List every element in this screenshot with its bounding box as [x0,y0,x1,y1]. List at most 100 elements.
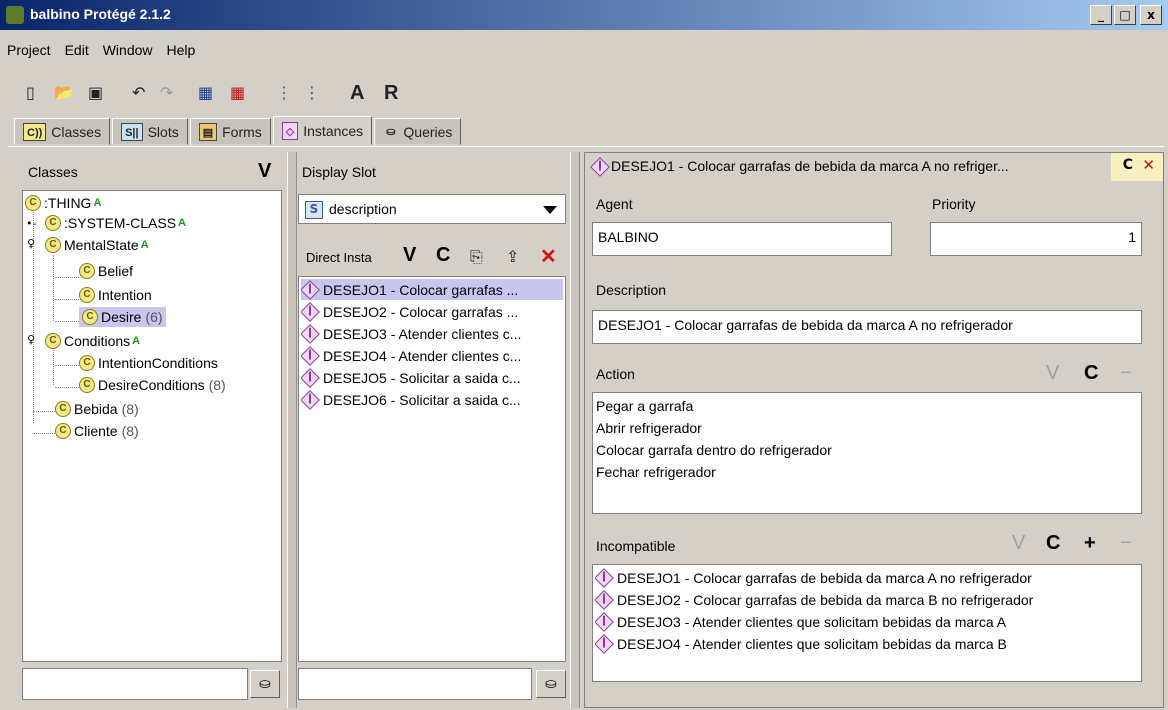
classes-icon: C)) [23,122,47,141]
toolbar-r-button[interactable]: R [384,82,398,104]
tab-queries[interactable]: ⛀ Queries [374,118,462,145]
tree-node-cliente[interactable]: C Cliente (8) [55,421,139,441]
new-project-icon[interactable]: ▯ [26,82,35,104]
tree-node-thing[interactable]: C :THING A [25,193,101,213]
class-icon: C [25,195,41,211]
list-item[interactable]: DESEJO4 - Atender clientes c... [301,345,563,366]
instance-list: DESEJO1 - Colocar garrafas ... DESEJO2 -… [298,276,566,662]
list-item[interactable]: DESEJO3 - Atender clientes c... [301,323,563,344]
priority-field[interactable]: 1 [930,222,1142,256]
collapse-knob-icon[interactable]: ♀ [27,333,35,346]
tab-classes[interactable]: C)) Classes [14,118,111,145]
insert-slot-icon[interactable]: ⋮ [276,82,292,104]
undo-icon[interactable]: ↶ [132,82,145,104]
copy-classes-icon[interactable]: ▦ [198,82,213,104]
list-item[interactable]: DESEJO2 - Colocar garrafas de bebida da … [595,589,1139,610]
delete-instance-button[interactable]: ✕ [540,244,557,269]
maximize-button[interactable]: □ [1114,5,1136,25]
class-icon: C [79,355,95,371]
instance-icon [590,157,610,177]
pane-splitter[interactable] [287,152,297,708]
delete-classes-icon[interactable]: ▦ [230,82,245,104]
instance-icon [301,389,320,410]
tree-node-desire[interactable]: C Desire (6) [79,307,166,327]
remove-action-button[interactable]: − [1120,362,1132,385]
class-icon: C [45,215,61,231]
description-label: Description [596,282,667,298]
tab-classes-label: Classes [51,123,102,140]
class-tree: C :THING A •- C :SYSTEM-CLASS A ♀ C Mental… [22,190,282,662]
list-item[interactable]: DESEJO4 - Atender clientes que solicitam… [595,633,1139,654]
create-incompatible-button[interactable]: C [1046,532,1060,555]
tree-node-system-class[interactable]: C :SYSTEM-CLASS A [45,213,186,233]
action-line: Fechar refrigerador [596,464,716,480]
instance-search-binoculars-icon[interactable]: ⛀ [536,670,566,698]
class-icon: C [45,333,61,349]
create-instance-button[interactable]: C [436,244,450,267]
instances-icon: ◇ [281,121,299,140]
tab-strip: C)) Classes S|| Slots ▤ Forms ◇ Instance… [14,116,463,146]
tree-node-conditions[interactable]: C Conditions A [45,331,140,351]
agent-field[interactable]: BALBINO [592,222,892,256]
list-item[interactable]: DESEJO6 - Solicitar a saida c... [301,389,563,410]
title-bar: balbino Protégé 2.1.2 _ □ x [0,0,1168,30]
expand-knob-icon[interactable]: •- [26,217,36,230]
pane-splitter[interactable] [570,152,580,708]
add-incompatible-button[interactable]: + [1084,532,1096,555]
remove-incompatible-button[interactable]: − [1120,532,1132,555]
save-project-icon[interactable]: ▣ [88,82,103,104]
insert-slot-a-icon[interactable]: ⋮ [304,82,320,104]
toolbar-a-button[interactable]: A [350,82,364,104]
view-instance-button[interactable]: V [403,244,416,267]
instance-icon [301,323,320,344]
instance-search-input[interactable] [298,668,532,700]
tree-node-mentalstate[interactable]: C MentalState A [45,235,149,255]
list-item[interactable]: DESEJO1 - Colocar garrafas ... [301,279,563,300]
reference-instance-icon[interactable]: ⇪ [506,246,519,268]
close-window-button[interactable]: x [1140,5,1162,25]
tree-node-bebida[interactable]: C Bebida (8) [55,399,139,419]
description-field[interactable]: DESEJO1 - Colocar garrafas de bebida da … [592,310,1142,344]
menu-help[interactable]: Help [160,38,203,62]
view-incompatible-button[interactable]: V [1012,532,1025,555]
class-icon: C [79,377,95,393]
instance-icon [595,611,614,632]
list-item[interactable]: DESEJO3 - Atender clientes que solicitam… [595,611,1139,632]
menu-bar: Project Edit Window Help [0,38,202,62]
instance-icon [301,279,320,300]
tree-node-intentionconditions[interactable]: C IntentionConditions [79,353,218,373]
form-header-title: DESEJO1 - Colocar garrafas de bebida da … [611,158,1009,174]
copy-instance-icon[interactable]: ⎘ [470,246,483,268]
form-class-button[interactable]: C [1123,157,1133,173]
tree-node-belief[interactable]: C Belief [79,261,133,281]
menu-project[interactable]: Project [0,38,58,62]
instance-icon [301,367,320,388]
close-form-icon[interactable]: ✕ [1142,156,1155,174]
tab-instances[interactable]: ◇ Instances [272,116,373,145]
collapse-knob-icon[interactable]: ♀ [27,237,35,250]
tree-node-desireconditions[interactable]: C DesireConditions (8) [79,375,226,395]
open-project-icon[interactable]: 📂 [54,82,74,104]
action-line: Colocar garrafa dentro do refrigerador [596,442,832,458]
tree-node-intention[interactable]: C Intention [79,285,152,305]
view-class-button[interactable]: V [258,160,271,183]
redo-icon[interactable]: ↷ [160,82,173,104]
tab-forms[interactable]: ▤ Forms [189,118,271,145]
menu-edit[interactable]: Edit [58,38,96,62]
view-action-button[interactable]: V [1046,362,1059,385]
instance-icon [595,589,614,610]
class-search-binoculars-icon[interactable]: ⛀ [250,670,280,698]
create-action-button[interactable]: C [1084,362,1098,385]
minimize-button[interactable]: _ [1090,5,1112,25]
list-item[interactable]: DESEJO2 - Colocar garrafas ... [301,301,563,322]
class-search-input[interactable] [22,668,248,700]
list-item[interactable]: DESEJO5 - Solicitar a saida c... [301,367,563,388]
menu-window[interactable]: Window [96,38,160,62]
display-slot-dropdown[interactable]: S description [298,194,566,224]
list-item[interactable]: DESEJO1 - Colocar garrafas de bebida da … [595,567,1139,588]
tab-slots[interactable]: S|| Slots [112,118,188,145]
form-header: DESEJO1 - Colocar garrafas de bebida da … [585,153,1163,181]
action-textarea[interactable]: Pegar a garrafa Abrir refrigerador Coloc… [592,392,1142,514]
class-icon: C [79,263,95,279]
tab-instances-label: Instances [303,122,364,139]
